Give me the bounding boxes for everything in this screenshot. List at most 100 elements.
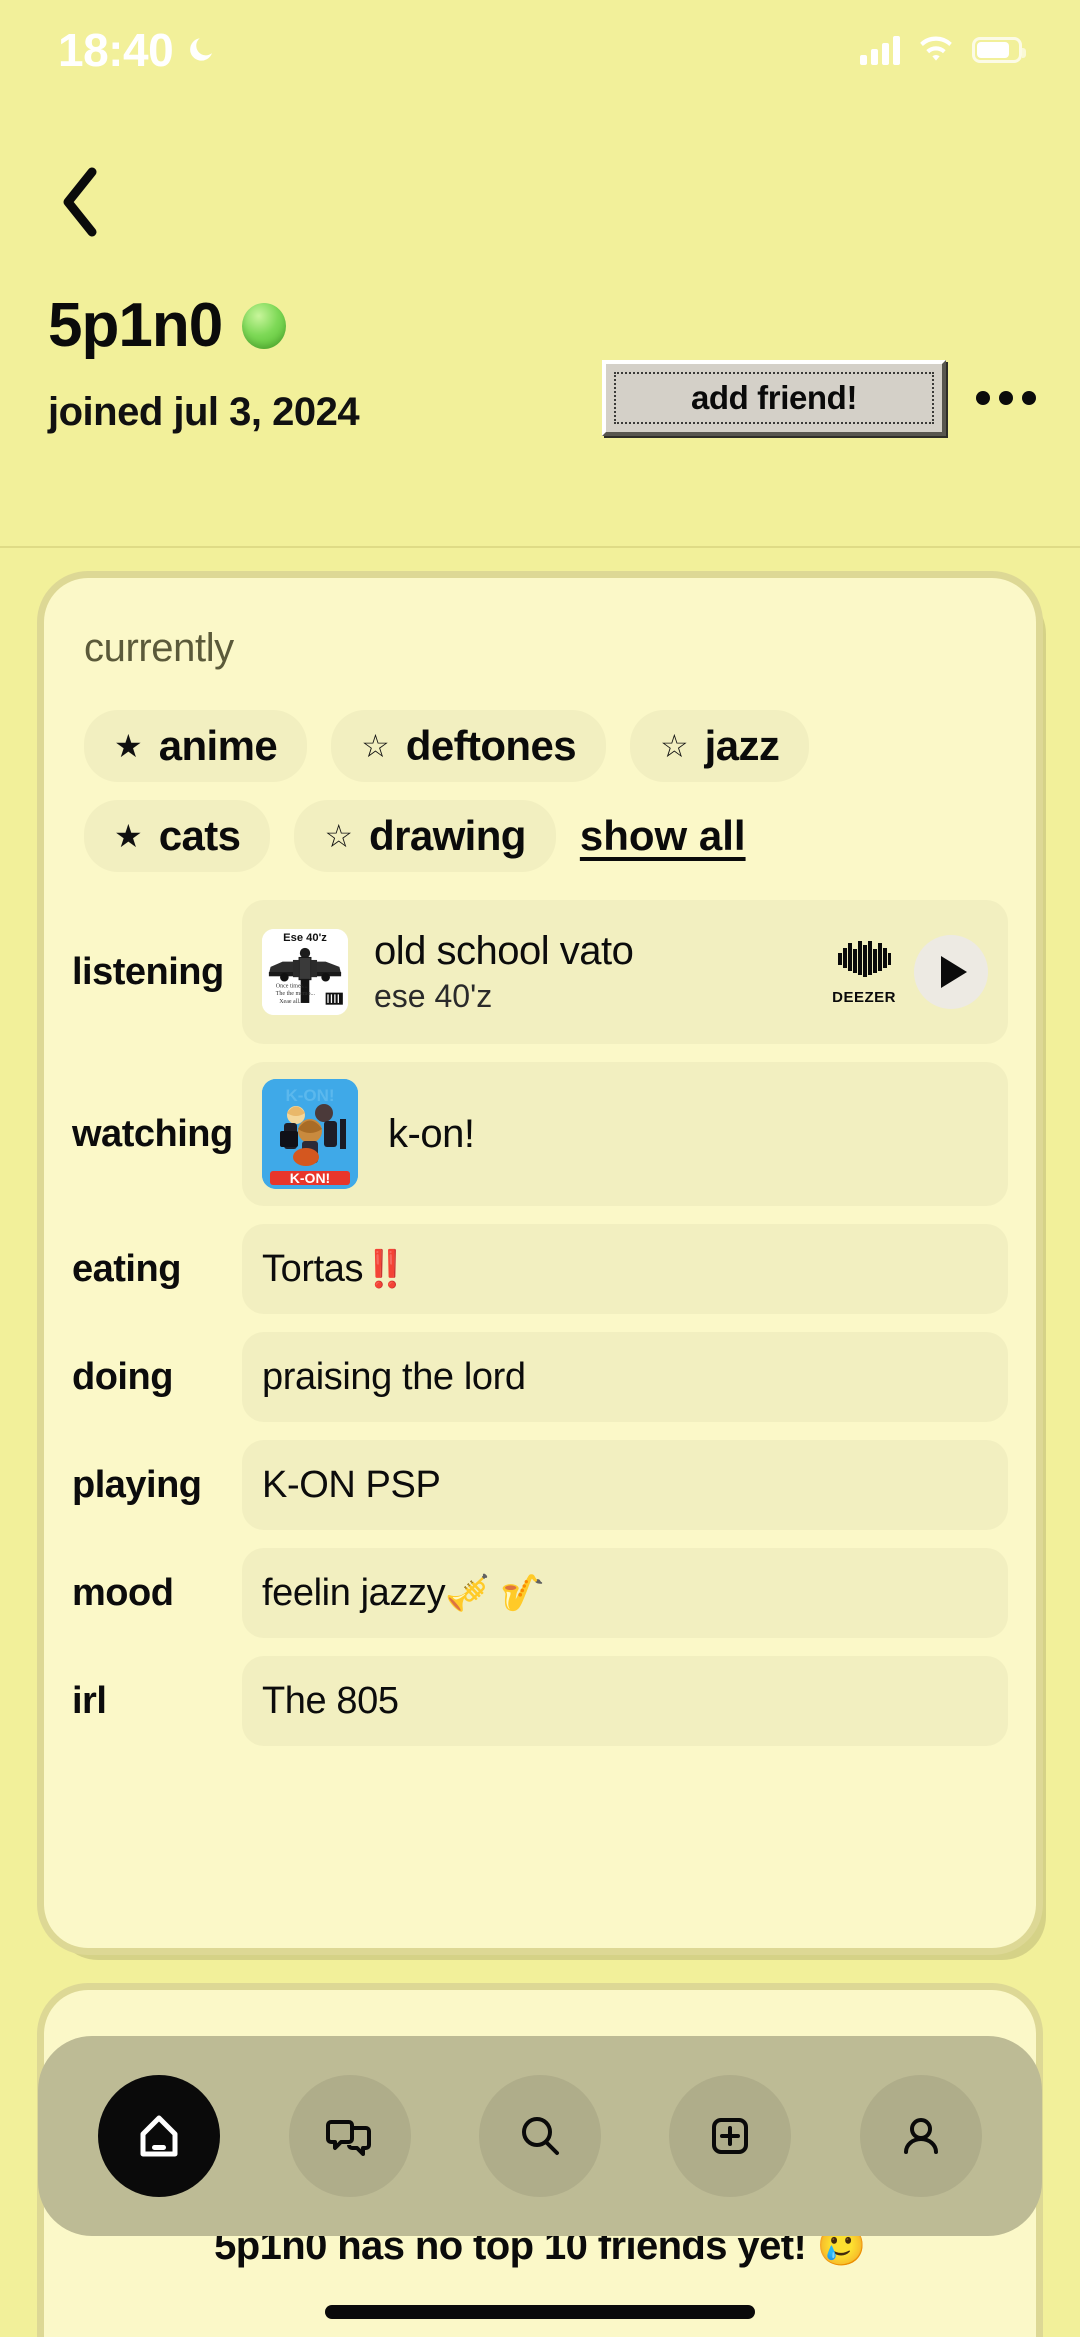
play-icon xyxy=(941,956,967,988)
tag-label: cats xyxy=(158,812,241,859)
wifi-icon xyxy=(920,36,952,61)
star-icon: ★ xyxy=(114,818,143,854)
watching-box[interactable]: K-ON! K-ON! k-on! xyxy=(242,1062,1008,1206)
album-art: Ese 40'z Once times... The the memo... X… xyxy=(262,929,348,1015)
status-bar-left: 18:40 xyxy=(58,23,217,77)
page-title: 5p1n0 xyxy=(48,291,223,360)
row-doing: doing praising the lord xyxy=(44,1332,1036,1422)
show-art-image: K-ON! K-ON! xyxy=(262,1079,358,1189)
home-icon xyxy=(140,2115,178,2157)
svg-text:Xeae all...: Xeae all... xyxy=(279,999,304,1005)
row-eating: eating Tortas ‼️ xyxy=(44,1224,1036,1314)
deezer-heart-icon xyxy=(838,940,892,977)
svg-text:The the memo...: The the memo... xyxy=(276,991,316,997)
tag-deftones[interactable]: ☆ deftones xyxy=(331,710,606,782)
svg-text:Ese 40'z: Ese 40'z xyxy=(283,932,327,944)
row-playing: playing K-ON PSP xyxy=(44,1440,1036,1530)
home-indicator xyxy=(325,2305,755,2319)
track-meta: old school vato ese 40'z xyxy=(374,929,832,1015)
username-row: 5p1n0 xyxy=(48,291,287,360)
chat-bubbles-icon xyxy=(325,2120,371,2156)
battery-icon xyxy=(972,37,1026,63)
row-label: irl xyxy=(72,1679,107,1722)
row-listening: listening Ese 40'z Once times... The the… xyxy=(44,900,1036,1044)
row-label: playing xyxy=(72,1463,202,1506)
deezer-label: DEEZER xyxy=(832,988,896,1006)
nav-item-search[interactable] xyxy=(478,2075,601,2197)
tag-label: drawing xyxy=(369,812,526,859)
doing-value: praising the lord xyxy=(262,1355,526,1398)
currently-card: currently ★ anime ☆ deftones ☆ jazz ★ ca… xyxy=(44,578,1036,1948)
row-mood: mood feelin jazzy 🎺 🎷 xyxy=(44,1548,1036,1638)
cellular-signal-icon xyxy=(860,35,900,65)
listening-box[interactable]: Ese 40'z Once times... The the memo... X… xyxy=(242,900,1008,1044)
irl-box[interactable]: The 805 xyxy=(242,1656,1008,1746)
tag-cats[interactable]: ★ cats xyxy=(84,800,271,872)
mood-box[interactable]: feelin jazzy 🎺 🎷 xyxy=(242,1548,1008,1638)
plus-square-icon xyxy=(712,2118,749,2154)
tag-jazz[interactable]: ☆ jazz xyxy=(629,710,810,782)
playing-box[interactable]: K-ON PSP xyxy=(242,1440,1008,1530)
eating-box[interactable]: Tortas ‼️ xyxy=(242,1224,1008,1314)
add-friend-button[interactable]: add friend! xyxy=(602,360,946,436)
status-bar: 18:40 xyxy=(0,0,1080,100)
currently-rows: listening Ese 40'z Once times... The the… xyxy=(44,900,1036,1764)
play-button[interactable] xyxy=(914,935,988,1009)
tag-drawing[interactable]: ☆ drawing xyxy=(294,800,556,872)
svg-text:K-ON!: K-ON! xyxy=(290,1170,330,1186)
joined-date: joined jul 3, 2024 xyxy=(48,390,360,434)
row-watching: watching K-ON! K-ON! k-on! xyxy=(44,1062,1036,1206)
row-label: mood xyxy=(72,1571,174,1614)
show-art: K-ON! K-ON! xyxy=(262,1079,358,1189)
profile-header: 5p1n0 joined jul 3, 2024 add friend! xyxy=(0,100,1080,548)
tag-label: jazz xyxy=(704,722,780,769)
add-friend-label: add friend! xyxy=(690,379,858,416)
status-bar-right xyxy=(860,35,1026,65)
row-label: doing xyxy=(72,1355,173,1398)
bottom-navigation-bar xyxy=(38,2036,1042,2236)
status-time: 18:40 xyxy=(58,24,174,76)
tag-anime[interactable]: ★ anime xyxy=(84,710,308,782)
tag-label: deftones xyxy=(405,722,577,769)
track-title: old school vato xyxy=(374,929,634,973)
svg-text:K-ON!: K-ON! xyxy=(285,1086,334,1105)
row-label: eating xyxy=(72,1247,181,1290)
playing-value: K-ON PSP xyxy=(262,1463,441,1506)
star-icon: ★ xyxy=(114,728,143,764)
green-online-dot xyxy=(242,303,287,349)
track-artist: ese 40'z xyxy=(374,978,493,1014)
star-outline-icon: ☆ xyxy=(324,818,354,854)
interest-tag-list: ★ anime ☆ deftones ☆ jazz ★ cats ☆ drawi… xyxy=(72,710,1002,890)
crescent-moon-icon xyxy=(190,38,213,61)
nav-item-profile[interactable] xyxy=(859,2075,982,2197)
tag-label: anime xyxy=(158,722,278,769)
back-button[interactable] xyxy=(44,162,114,242)
show-all-link[interactable]: show all xyxy=(580,812,746,860)
deezer-provider: DEEZER xyxy=(832,939,896,1006)
svg-text:Once times...: Once times... xyxy=(276,983,308,989)
double-exclamation-icon: ‼️ xyxy=(363,1248,408,1289)
add-friend-focus-ring: add friend! xyxy=(614,372,934,424)
eating-value: Tortas xyxy=(262,1247,364,1290)
album-art-image: Ese 40'z Once times... The the memo... X… xyxy=(262,929,348,1015)
nav-item-chats[interactable] xyxy=(288,2075,411,2197)
star-outline-icon: ☆ xyxy=(361,728,390,764)
watching-value: k-on! xyxy=(388,1111,475,1156)
mood-value: feelin jazzy xyxy=(262,1571,446,1614)
more-options-button[interactable] xyxy=(966,368,1046,428)
search-icon xyxy=(521,2117,559,2155)
nav-item-home[interactable] xyxy=(98,2075,221,2197)
row-label: listening xyxy=(72,950,224,993)
currently-title: currently xyxy=(84,626,234,670)
chevron-left-icon xyxy=(63,167,97,237)
row-irl: irl The 805 xyxy=(44,1656,1036,1746)
instruments-emoji: 🎺 🎷 xyxy=(445,1572,545,1613)
person-icon xyxy=(903,2118,938,2154)
ellipsis-icon xyxy=(976,391,990,405)
app-screen: 18:40 5p1n0 joined jul 3, 2024 add frien… xyxy=(0,0,1080,2337)
doing-box[interactable]: praising the lord xyxy=(242,1332,1008,1422)
row-label: watching xyxy=(72,1112,233,1155)
star-outline-icon: ☆ xyxy=(659,728,689,764)
nav-item-create[interactable] xyxy=(669,2075,792,2197)
irl-value: The 805 xyxy=(262,1679,399,1722)
